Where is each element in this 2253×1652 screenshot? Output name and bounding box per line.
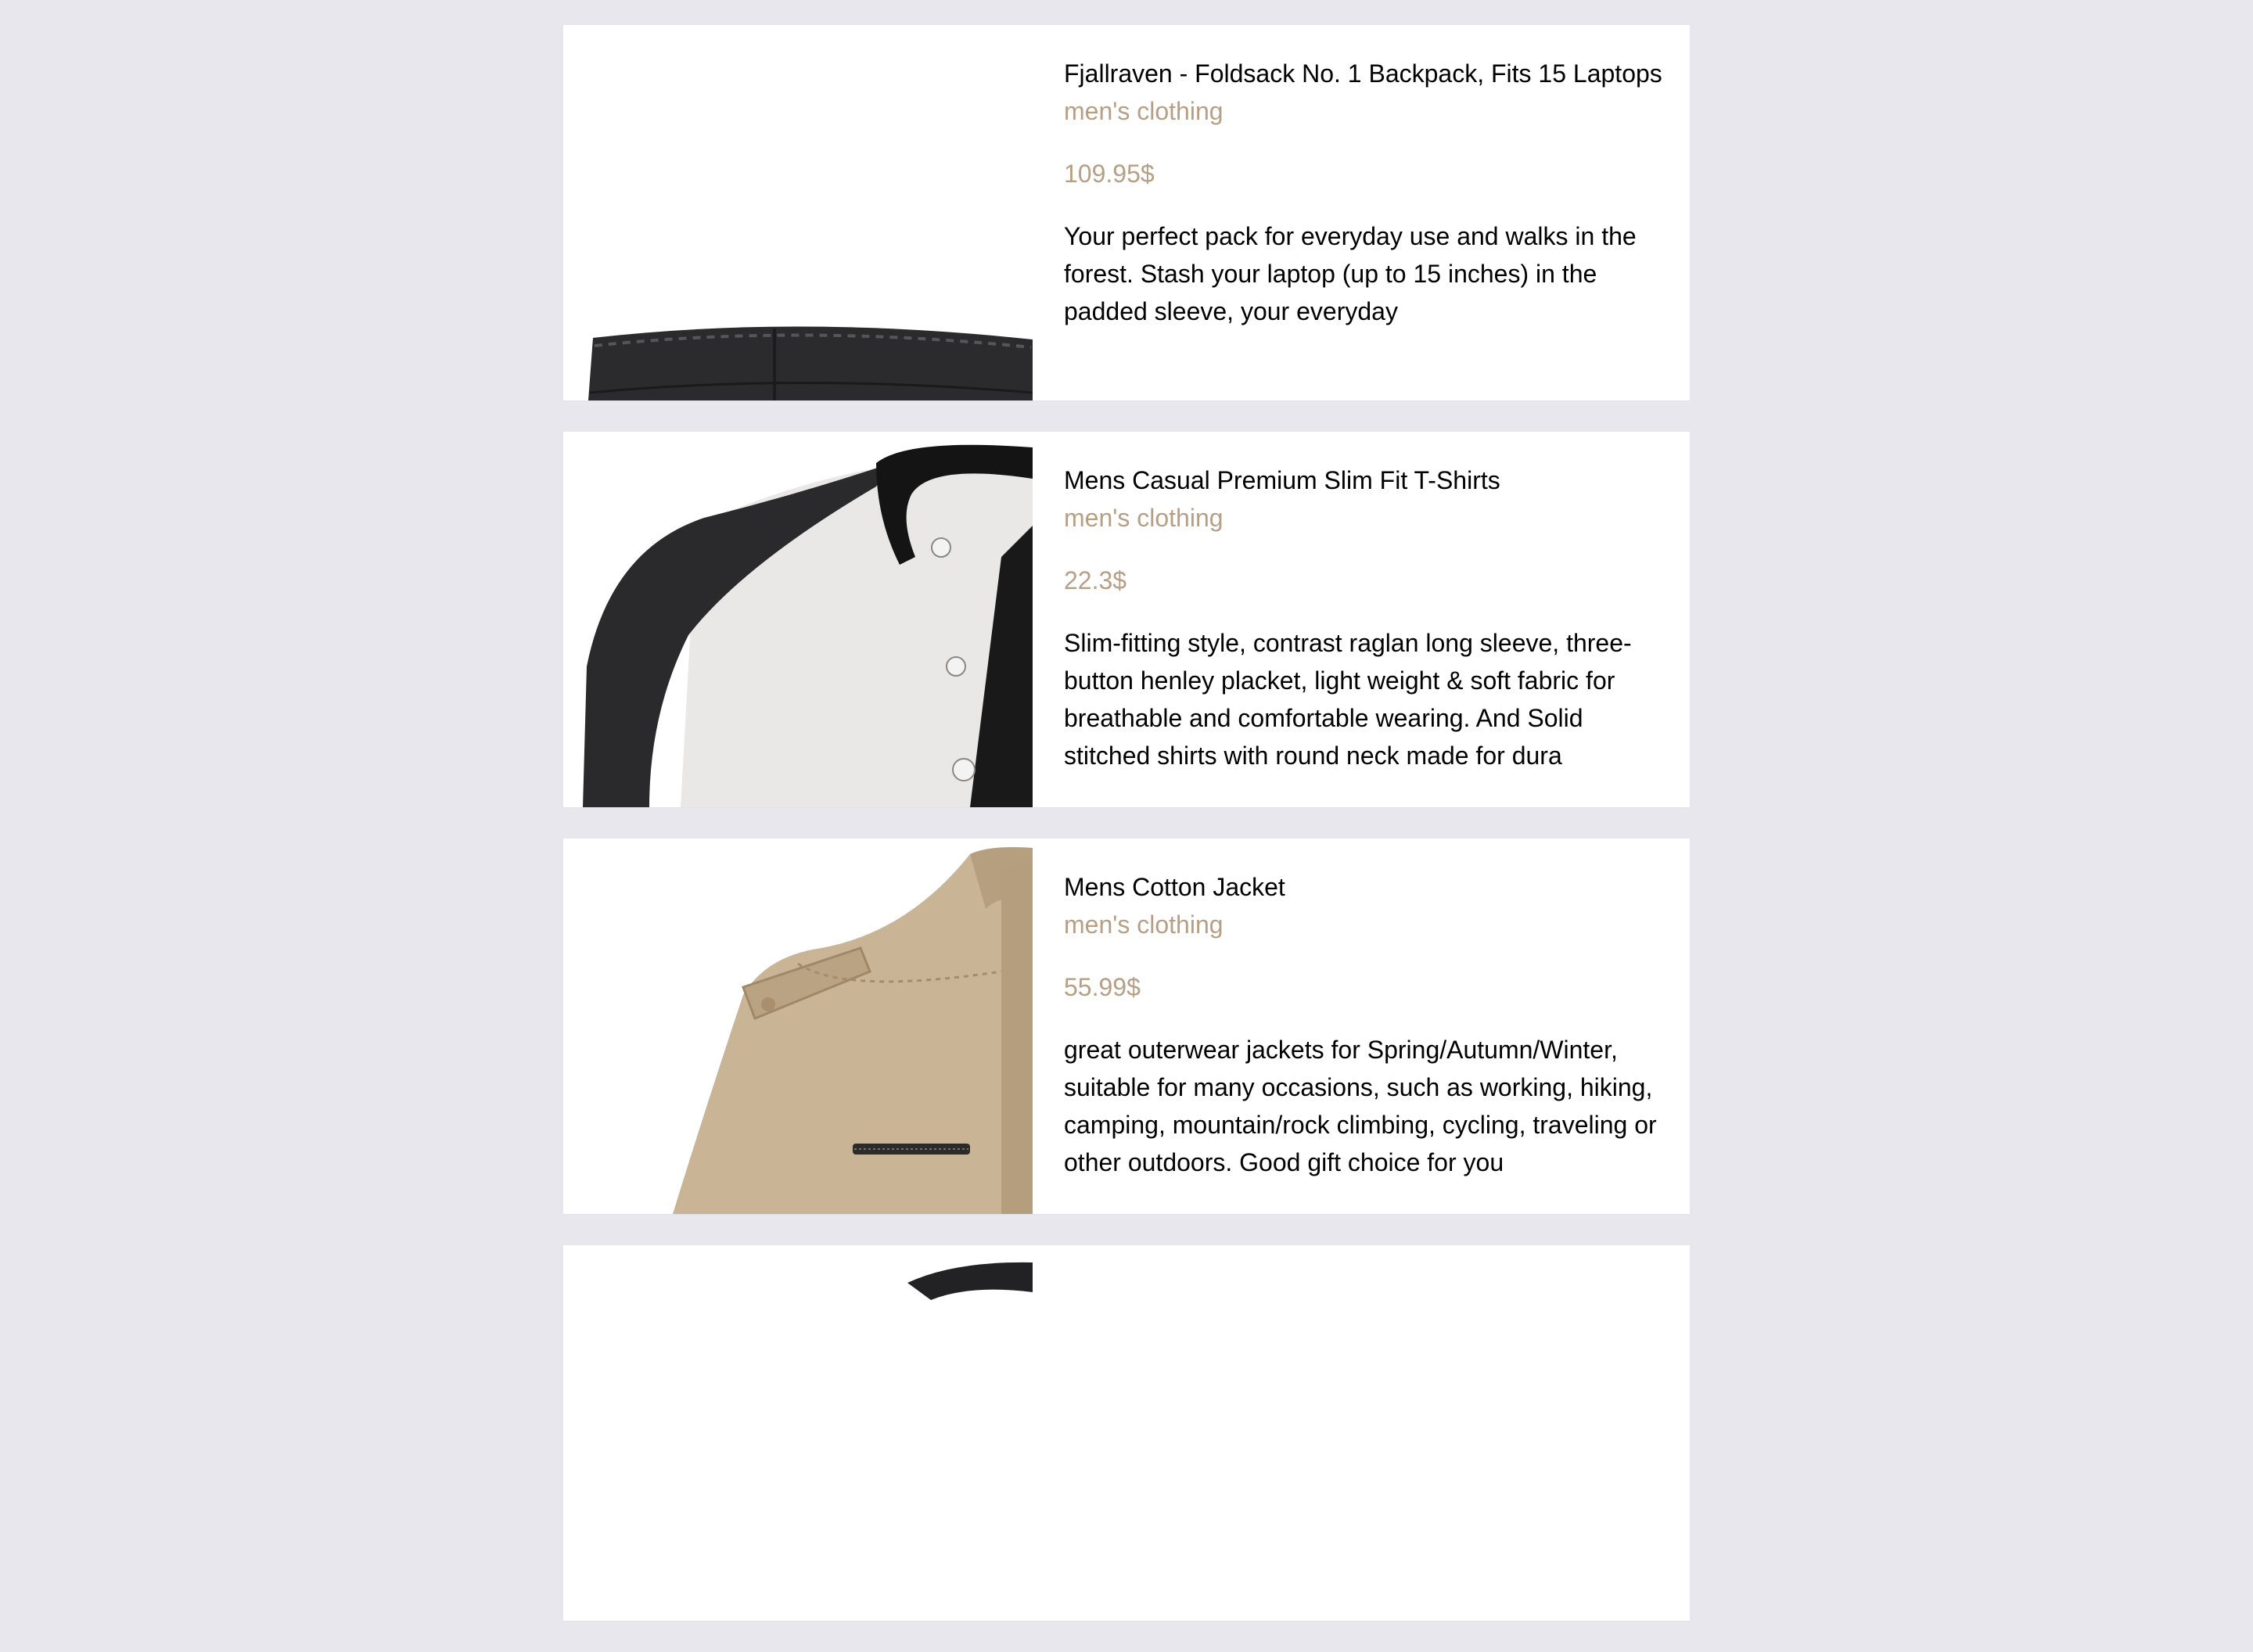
product-info: Mens Casual Premium Slim Fit T-Shirts me… [1064,461,1666,774]
product-image[interactable] [563,25,1033,400]
product-title[interactable]: Mens Casual Premium Slim Fit T-Shirts [1064,461,1666,499]
backpack-image [563,25,1033,400]
product-info: Mens Cotton Jacket men's clothing 55.99$… [1064,868,1666,1181]
product-card[interactable]: Mens Cotton Jacket men's clothing 55.99$… [563,839,1690,1214]
product-description: great outerwear jackets for Spring/Autum… [1064,1036,1657,1176]
product-category: men's clothing [1064,97,1224,125]
jacket-image [563,839,1033,1214]
product-description: Slim-fitting style, contrast raglan long… [1064,629,1632,770]
product-image-partial [563,1245,1033,1621]
product-title[interactable]: Fjallraven - Foldsack No. 1 Backpack, Fi… [1064,55,1666,92]
product-image[interactable] [563,839,1033,1214]
product-card[interactable]: Fjallraven - Foldsack No. 1 Backpack, Fi… [563,25,1690,400]
product-list: Fjallraven - Foldsack No. 1 Backpack, Fi… [563,25,1690,1652]
product-card[interactable]: Mens Casual Premium Slim Fit T-Shirts me… [563,432,1690,807]
product-price: 109.95$ [1064,160,1155,188]
product-image[interactable] [563,1245,1033,1621]
product-price: 22.3$ [1064,566,1127,594]
product-info: Fjallraven - Foldsack No. 1 Backpack, Fi… [1064,55,1666,330]
product-image[interactable] [563,432,1033,807]
tshirt-image [563,432,1033,807]
product-price: 55.99$ [1064,973,1141,1001]
product-description: Your perfect pack for everyday use and w… [1064,222,1637,325]
product-card[interactable] [563,1245,1690,1621]
product-category: men's clothing [1064,910,1224,939]
product-title[interactable]: Mens Cotton Jacket [1064,868,1666,906]
product-category: men's clothing [1064,504,1224,532]
